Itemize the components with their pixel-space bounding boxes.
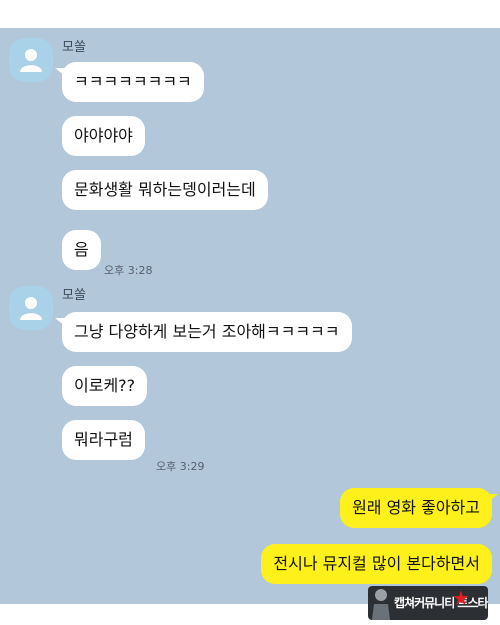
my-message-bubble[interactable]: 전시나 뮤지컬 많이 본다하면서 [261, 544, 492, 584]
chat-room[interactable]: 모쏠 ㅋㅋㅋㅋㅋㅋㅋㅋ 야야야야 문화생활 뭐하는뎅이러는데 음 오후 3:28… [0, 28, 500, 604]
watermark-text: 캡쳐커뮤니티 트스타 [394, 596, 488, 610]
message-bubble[interactable]: 뭐라구럼 [62, 420, 145, 460]
my-message-bubble[interactable]: 원래 영화 좋아하고 [340, 488, 492, 528]
sender-name: 모쏠 [62, 288, 86, 303]
star-icon: ★ [452, 586, 470, 610]
soldier-icon [372, 589, 390, 620]
sender-name: 모쏠 [62, 40, 86, 55]
message-bubble[interactable]: 문화생활 뭐하는뎅이러는데 [62, 170, 268, 210]
message-bubble[interactable]: 음 [62, 230, 101, 270]
default-profile-icon [20, 297, 42, 320]
sender-avatar[interactable] [9, 38, 53, 82]
watermark-logo: 캡쳐커뮤니티 트스타 ★ [368, 586, 488, 620]
message-bubble[interactable]: ㅋㅋㅋㅋㅋㅋㅋㅋ [62, 62, 204, 102]
message-timestamp: 오후 3:29 [156, 460, 205, 473]
sender-avatar[interactable] [9, 286, 53, 330]
message-bubble[interactable]: 이로케?? [62, 366, 148, 406]
message-bubble[interactable]: 그냥 다양하게 보는거 조아해ㅋㅋㅋㅋㅋ [62, 312, 352, 352]
message-bubble[interactable]: 야야야야 [62, 116, 145, 156]
default-profile-icon [20, 49, 42, 72]
message-timestamp: 오후 3:28 [104, 264, 153, 277]
